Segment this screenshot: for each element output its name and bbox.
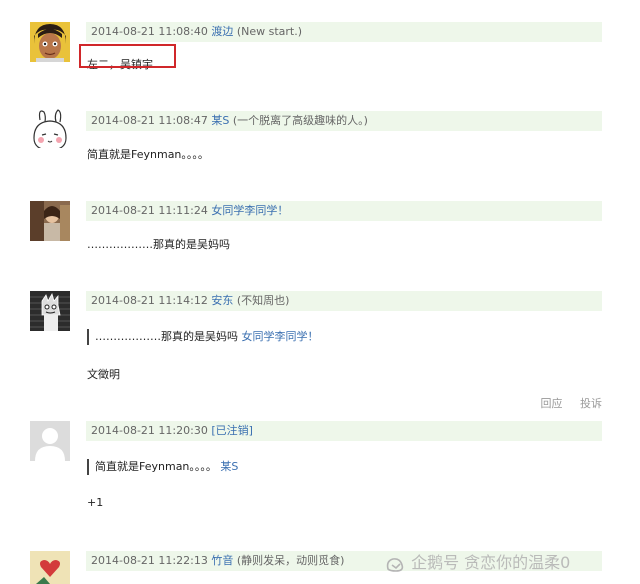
comment-body: 文徵明 bbox=[87, 368, 120, 381]
reply-button[interactable]: 回应 bbox=[541, 397, 563, 410]
quote-text: 简直就是Feynman。。。。 bbox=[95, 460, 217, 473]
comment-user-link[interactable]: [已注销] bbox=[211, 424, 253, 437]
avatar[interactable] bbox=[30, 421, 70, 461]
rabbit-doodle-avatar-icon bbox=[30, 108, 70, 148]
comment-meta: 2014-08-21 11:08:40 渡边 (New start.) bbox=[86, 22, 602, 42]
quote-user-link[interactable]: 女同学李同学！ bbox=[242, 330, 319, 343]
comment-time: 2014-08-21 11:08:40 bbox=[91, 25, 208, 38]
photo-avatar-icon bbox=[30, 201, 70, 241]
avatar[interactable] bbox=[30, 291, 70, 331]
watermark: 企鹅号 贪恋你的温柔0 bbox=[384, 549, 570, 573]
comment-user-link[interactable]: 渡边 bbox=[211, 25, 233, 38]
default-user-avatar-icon bbox=[30, 421, 70, 461]
comment-actions: 回应 投诉 bbox=[527, 395, 603, 411]
comment-signature: (静则发呆，动则觅食) bbox=[236, 554, 345, 567]
comment-time: 2014-08-21 11:08:47 bbox=[91, 114, 208, 127]
sketch-avatar-icon bbox=[30, 291, 70, 331]
comment-time: 2014-08-21 11:22:13 bbox=[91, 554, 208, 567]
comment-user-link[interactable]: 女同学李同学！ bbox=[211, 204, 288, 217]
quote-text: ………………那真的是吴妈吗 bbox=[95, 330, 238, 343]
comment-time: 2014-08-21 11:20:30 bbox=[91, 424, 208, 437]
avatar[interactable] bbox=[30, 22, 70, 62]
report-button[interactable]: 投诉 bbox=[580, 397, 602, 410]
watermark-text: 企鹅号 贪恋你的温柔0 bbox=[411, 553, 571, 572]
comment-body: 简直就是Feynman。。。。 bbox=[87, 148, 209, 161]
penguin-logo-icon bbox=[384, 555, 406, 573]
comment-user-link[interactable]: 某S bbox=[211, 114, 229, 127]
avatar[interactable] bbox=[30, 108, 70, 148]
comment-meta: 2014-08-21 11:08:47 某S (一个脱离了高级趣味的人。) bbox=[86, 111, 602, 131]
comment-meta: 2014-08-21 11:20:30 [已注销] bbox=[86, 421, 602, 441]
comment-body: +1 bbox=[87, 496, 104, 509]
comment-user-link[interactable]: 安东 bbox=[211, 294, 233, 307]
comment-meta: 2014-08-21 11:14:12 安东 (不知周也) bbox=[86, 291, 602, 311]
comment-signature: (一个脱离了高级趣味的人。) bbox=[232, 114, 368, 127]
comment-body: ………………那真的是吴妈吗 bbox=[87, 238, 230, 251]
avatar[interactable] bbox=[30, 201, 70, 241]
comment-meta: 2014-08-21 11:11:24 女同学李同学！ bbox=[86, 201, 602, 221]
heart-avatar-icon bbox=[30, 551, 70, 584]
cartoon-boy-avatar-icon bbox=[30, 22, 70, 62]
quoted-reply: 简直就是Feynman。。。。 某S bbox=[87, 459, 238, 475]
comment-time: 2014-08-21 11:11:24 bbox=[91, 204, 208, 217]
highlight-annotation bbox=[79, 44, 176, 68]
quote-user-link[interactable]: 某S bbox=[220, 460, 238, 473]
comment-signature: (不知周也) bbox=[236, 294, 290, 307]
avatar[interactable] bbox=[30, 551, 70, 584]
comment-time: 2014-08-21 11:14:12 bbox=[91, 294, 208, 307]
comment-user-link[interactable]: 竹音 bbox=[211, 554, 233, 567]
quoted-reply: ………………那真的是吴妈吗 女同学李同学！ bbox=[87, 329, 319, 345]
comment-signature: (New start.) bbox=[236, 25, 303, 38]
